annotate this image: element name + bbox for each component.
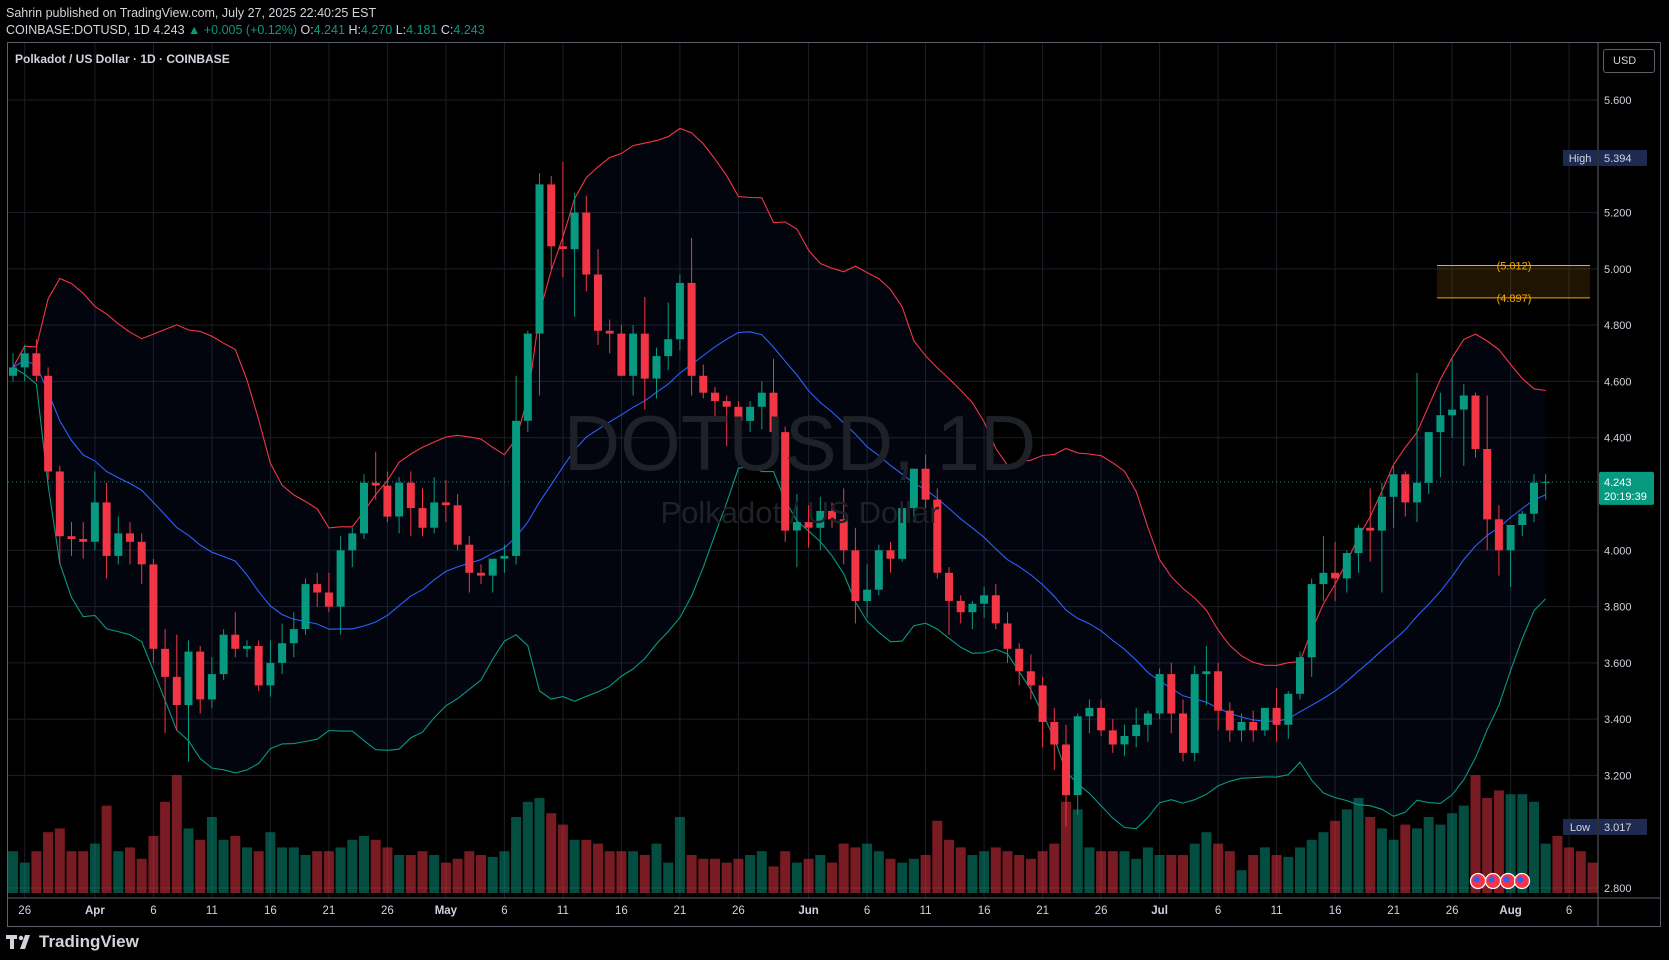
tradingview-brand: TradingView — [39, 932, 139, 951]
currency-button[interactable]: USD — [1603, 49, 1655, 73]
tradingview-logo-icon — [6, 935, 30, 949]
chart-legend-title: Polkadot / US Dollar · 1D · COINBASE — [15, 52, 230, 66]
tradingview-logo[interactable]: TradingView — [6, 932, 139, 952]
chart-frame — [7, 42, 1661, 927]
